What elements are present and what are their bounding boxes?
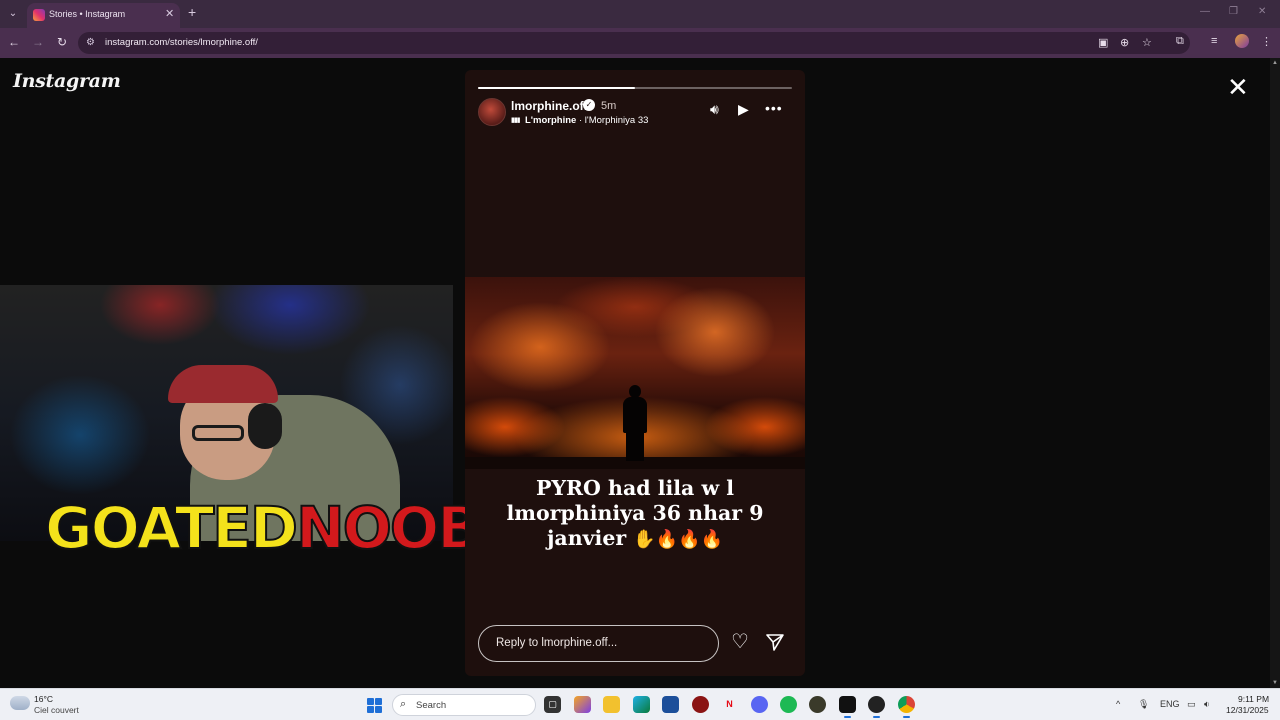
site-info-icon[interactable]: ⚙	[86, 37, 95, 48]
music-bars-icon: ▮▮▮	[511, 117, 521, 124]
silhouette-legs	[626, 431, 644, 461]
reload-icon[interactable]: ↻	[54, 35, 70, 49]
bookmark-star-icon[interactable]: ☆	[1142, 36, 1152, 49]
new-tab-button[interactable]: +	[188, 4, 196, 20]
music-artist: L'morphine	[525, 115, 577, 126]
zoom-icon[interactable]: ⊕	[1120, 36, 1129, 49]
story-progress-bar	[478, 87, 792, 89]
silhouette-body	[623, 397, 647, 433]
obs-icon[interactable]	[868, 696, 885, 718]
caption-line: lmorphiniya 36 nhar 9	[506, 501, 764, 525]
task-view-icon[interactable]: ▢	[544, 696, 561, 713]
close-story-button[interactable]: ✕	[1227, 74, 1249, 100]
streamer-cap	[168, 365, 278, 403]
minimize-button[interactable]: —	[1200, 6, 1210, 17]
story-timestamp: 5m	[601, 100, 617, 112]
caption-line: janvier ✋🔥🔥🔥	[485, 526, 785, 552]
story-progress-fill	[478, 87, 635, 89]
instagram-story-page: Instagram ✕ ▲ ▼ GOATEDNOOBIE lmorphine.o…	[0, 58, 1280, 688]
spotify-icon[interactable]	[780, 696, 797, 713]
browser-toolbar: ← → ↻ ⚙ instagram.com/stories/lmorphine.…	[0, 28, 1280, 58]
story-music[interactable]: L'morphine · l'Morphiniya 33	[525, 115, 648, 126]
profile-avatar[interactable]	[1235, 34, 1249, 48]
copilot-icon[interactable]	[574, 696, 591, 713]
send-icon[interactable]	[765, 632, 785, 652]
cloud-icon[interactable]	[10, 696, 30, 710]
reply-input[interactable]: Reply to lmorphine.off...	[478, 625, 719, 662]
store-icon[interactable]	[662, 696, 679, 713]
extensions-icon[interactable]: ⧉	[1176, 35, 1184, 48]
back-icon[interactable]: ←	[6, 35, 22, 49]
cast-icon[interactable]: ▣	[1098, 36, 1108, 49]
streamer-glasses	[192, 425, 244, 441]
headset	[248, 403, 282, 449]
more-icon[interactable]: •••	[765, 100, 783, 116]
streamer-name-goated: GOATED	[44, 494, 299, 562]
clock-time[interactable]: 9:11 PM	[1238, 694, 1269, 704]
language-indicator[interactable]: ENG	[1160, 699, 1180, 709]
xbox-icon[interactable]	[809, 696, 826, 713]
discord-icon[interactable]	[751, 696, 768, 713]
music-track: l'Morphiniya 33	[584, 115, 649, 126]
address-bar[interactable]: ⚙ instagram.com/stories/lmorphine.off/ ▣…	[78, 32, 1190, 54]
verified-badge-icon: ✓	[583, 99, 595, 111]
weather-description[interactable]: Ciel couvert	[34, 705, 79, 715]
speaker-icon[interactable]: 🔊︎	[710, 101, 719, 118]
clock-date[interactable]: 12/31/2025	[1226, 705, 1269, 715]
story-username[interactable]: lmorphine.off	[511, 99, 588, 113]
story-card[interactable]: lmorphine.off ✓ 5m ▮▮▮ L'morphine · l'Mo…	[465, 70, 805, 676]
search-icon: ⌕	[400, 698, 407, 710]
story-image-burning-city	[465, 277, 805, 469]
url-text: instagram.com/stories/lmorphine.off/	[105, 37, 258, 48]
scroll-up-icon[interactable]: ▲	[1272, 60, 1278, 66]
network-icon[interactable]: ▭	[1187, 699, 1196, 710]
start-button[interactable]	[367, 698, 382, 713]
search-label: Search	[416, 700, 447, 711]
caption-line: PYRO had lila w l	[535, 476, 735, 500]
chevron-up-icon[interactable]: ^	[1116, 699, 1120, 709]
menu-icon[interactable]: ⋮	[1261, 35, 1272, 48]
microphone-icon[interactable]: 🎙︎	[1138, 699, 1149, 710]
chrome-icon[interactable]	[898, 696, 915, 718]
netflix-icon[interactable]: N	[721, 696, 738, 713]
reply-placeholder: Reply to lmorphine.off...	[496, 637, 618, 649]
streamer-name-overlay: GOATEDNOOBIE	[44, 494, 540, 562]
window-close-button[interactable]: ✕	[1258, 6, 1266, 17]
terminal-icon[interactable]	[839, 696, 856, 718]
weather-temperature[interactable]: 16°C	[34, 694, 53, 704]
play-icon[interactable]: ▶	[738, 101, 749, 118]
tab-title: Stories • Instagram	[49, 9, 126, 19]
volume-icon[interactable]: 🔉︎	[1204, 699, 1210, 710]
tab-instagram-stories[interactable]: Stories • Instagram ✕	[27, 3, 180, 28]
file-explorer-icon[interactable]	[603, 696, 620, 713]
scroll-down-icon[interactable]: ▼	[1272, 680, 1278, 686]
scrollbar[interactable]: ▲ ▼	[1270, 58, 1280, 688]
windows-taskbar: 16°C Ciel couvert ⌕ Search ▢ N ^ 🎙︎ ENG …	[0, 688, 1280, 720]
restore-button[interactable]: ❐	[1229, 6, 1238, 17]
tab-close-button[interactable]: ✕	[165, 7, 174, 20]
caption-word: janvier	[547, 526, 627, 550]
tab-strip: ⌄ Stories • Instagram ✕ + — ❐ ✕	[0, 0, 1280, 28]
media-control-icon[interactable]: ≡	[1211, 35, 1217, 47]
tab-search-button[interactable]: ⌄	[4, 5, 22, 23]
story-caption: PYRO had lila w l lmorphiniya 36 nhar 9 …	[485, 476, 785, 552]
taskbar-search[interactable]: ⌕ Search	[392, 694, 536, 716]
instagram-favicon-icon	[33, 9, 45, 21]
forward-icon[interactable]: →	[30, 35, 46, 49]
edge-icon[interactable]	[633, 696, 650, 713]
heart-icon[interactable]: ♡	[731, 632, 749, 652]
music-separator: ·	[576, 115, 585, 126]
fire-emojis: ✋🔥🔥🔥	[633, 529, 723, 550]
story-avatar[interactable]	[478, 98, 506, 126]
instagram-logo[interactable]: Instagram	[13, 70, 121, 92]
opera-icon[interactable]	[692, 696, 709, 713]
